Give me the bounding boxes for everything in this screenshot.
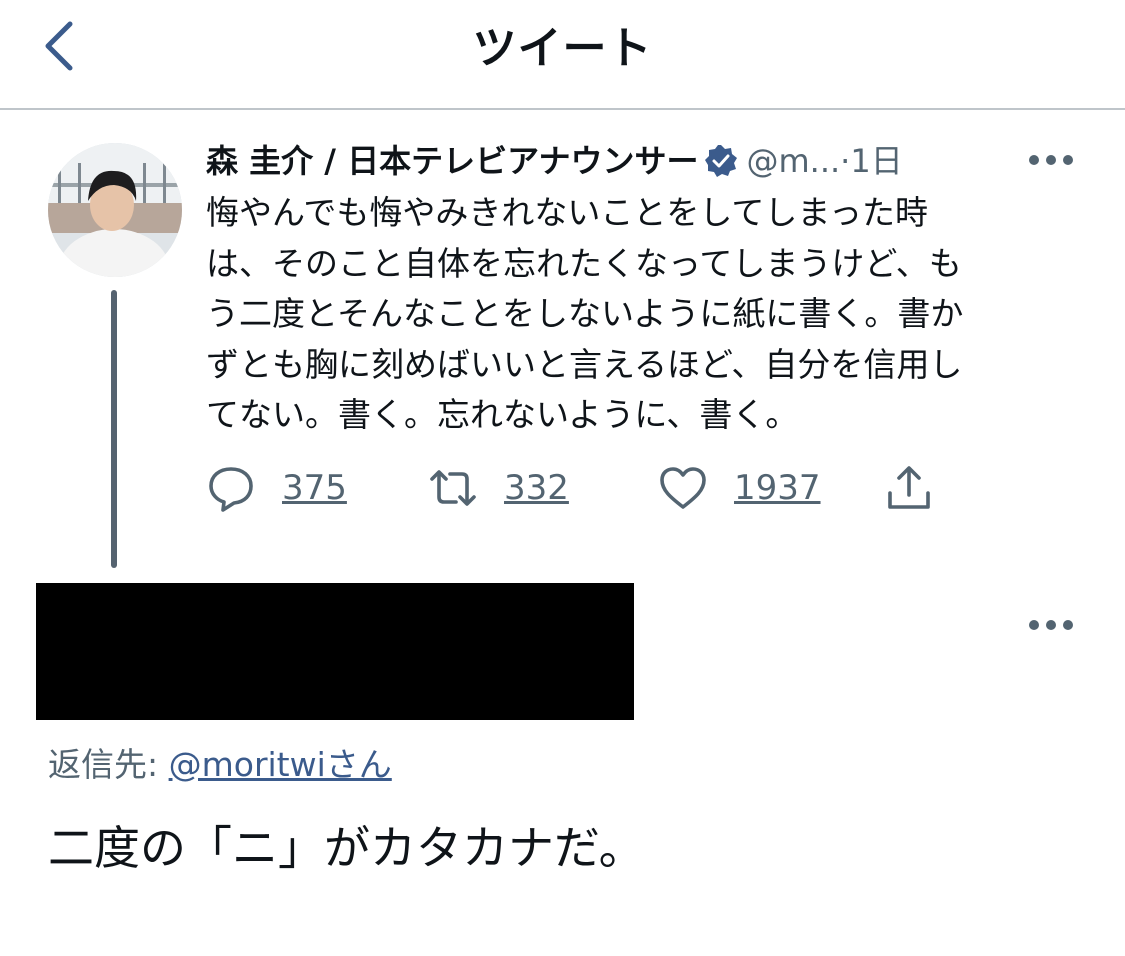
tweet-header: 森 圭介 / 日本テレビアナウンサー @m...·1日	[206, 138, 903, 184]
replying-to-label: 返信先:	[48, 745, 169, 784]
page-title: ツイート	[472, 23, 653, 74]
share-icon	[888, 466, 930, 509]
reply-mention-link[interactable]: @moritwiさん	[169, 745, 392, 784]
header-divider	[0, 108, 1125, 110]
avatar-photo	[48, 143, 182, 277]
reply-text: 二度の「ニ」がカタカナだ。	[48, 821, 645, 875]
redacted-user-info	[36, 583, 634, 720]
like-count: 1937	[734, 468, 821, 508]
author-handle[interactable]: @m...	[746, 142, 840, 180]
more-options-icon[interactable]	[1028, 153, 1074, 167]
share-button[interactable]	[884, 460, 934, 516]
thread-connector-line	[111, 290, 117, 568]
author-avatar[interactable]	[48, 143, 182, 277]
author-name[interactable]: 森 圭介 / 日本テレビアナウンサー	[206, 142, 698, 180]
more-options-icon[interactable]	[1028, 618, 1074, 632]
retweet-count: 332	[504, 468, 569, 508]
tweet-time[interactable]: 1日	[850, 142, 902, 180]
tweet-actions: 375 332 1937	[206, 460, 966, 516]
reply-count: 375	[282, 468, 347, 508]
retweet-icon	[430, 470, 476, 506]
heart-icon	[660, 467, 706, 509]
reply-icon	[209, 467, 253, 512]
top-bar: ツイート	[0, 0, 1125, 108]
tweet-text: 悔やんでも悔やみきれないことをしてしまった時 は、そのこと自体を忘れたくなってし…	[206, 193, 964, 434]
reply-button[interactable]: 375	[206, 460, 347, 516]
retweet-button[interactable]: 332	[428, 460, 569, 516]
verified-badge-icon	[705, 145, 738, 177]
like-button[interactable]: 1937	[658, 460, 821, 516]
replying-to: 返信先: @moritwiさん	[48, 738, 392, 786]
separator-dot: ·	[840, 142, 851, 180]
